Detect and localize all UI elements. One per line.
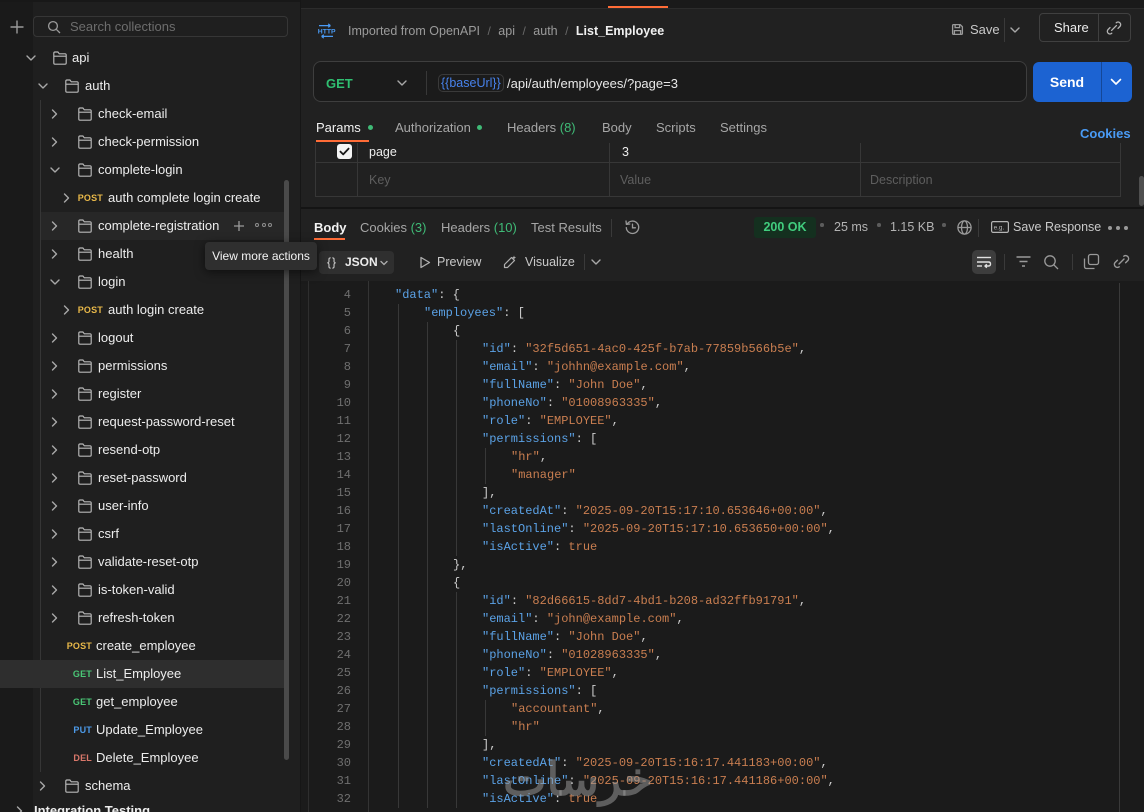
svg-text:e.g.: e.g.: [994, 225, 1005, 232]
svg-text:HTTP: HTTP: [318, 29, 336, 36]
